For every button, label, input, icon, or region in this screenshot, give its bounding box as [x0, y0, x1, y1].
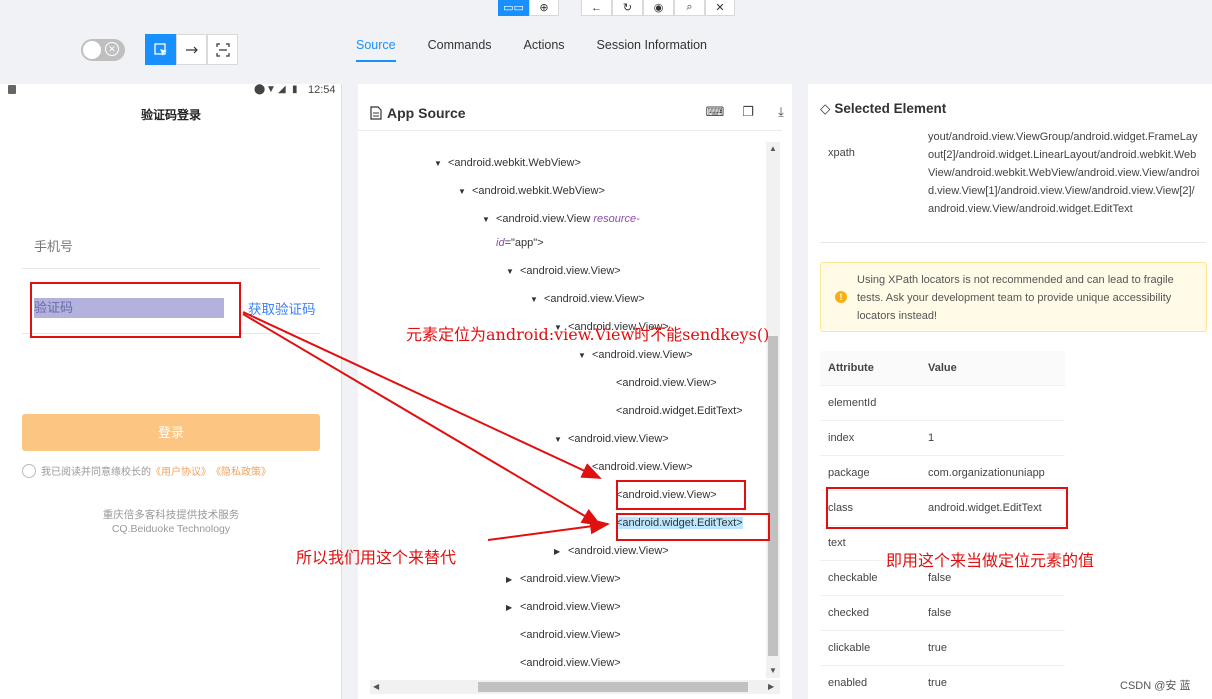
annotation-note-view: 元素定位为android:view.View时不能sendkeys() [406, 325, 770, 344]
arrow-to-edittext-node [242, 313, 602, 527]
arrow-from-note [487, 518, 610, 541]
watermark: CSDN @安 蓝 [1120, 680, 1191, 692]
annotation-arrows [242, 311, 610, 541]
annotation-note-class: 即用这个来当做定位元素的值 [886, 551, 1095, 570]
annotation-note-replace: 所以我们用这个来替代 [296, 548, 457, 567]
